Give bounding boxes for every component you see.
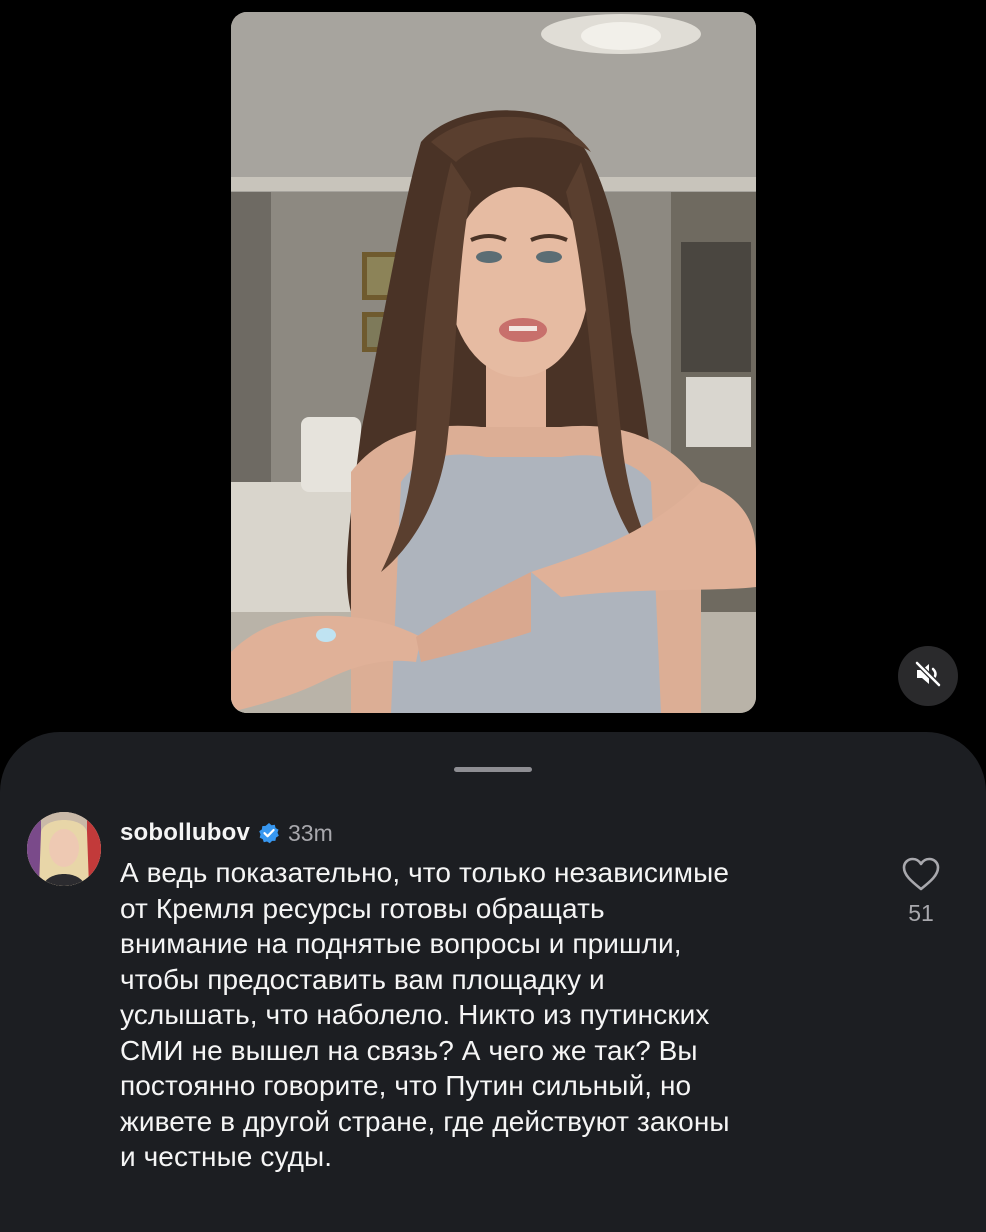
video-frame (231, 12, 756, 713)
sheet-drag-handle[interactable] (454, 767, 532, 772)
username-link[interactable]: sobollubov (120, 819, 250, 847)
like-count: 51 (908, 900, 934, 926)
comment-meta: sobollubov 33m (120, 818, 333, 848)
comments-sheet: sobollubov 33m А ведь показательно, что … (0, 732, 986, 1232)
like-group: 51 (901, 856, 941, 927)
like-button[interactable] (901, 856, 941, 892)
muted-speaker-icon (913, 659, 943, 694)
verified-badge-icon (258, 822, 280, 844)
comment-timestamp: 33m (288, 819, 333, 846)
video-player[interactable] (231, 12, 756, 713)
mute-button[interactable] (898, 646, 958, 706)
avatar[interactable] (27, 812, 101, 886)
heart-outline-icon (901, 857, 941, 896)
comment-text: А ведь показательно, что только независи… (120, 857, 730, 1172)
